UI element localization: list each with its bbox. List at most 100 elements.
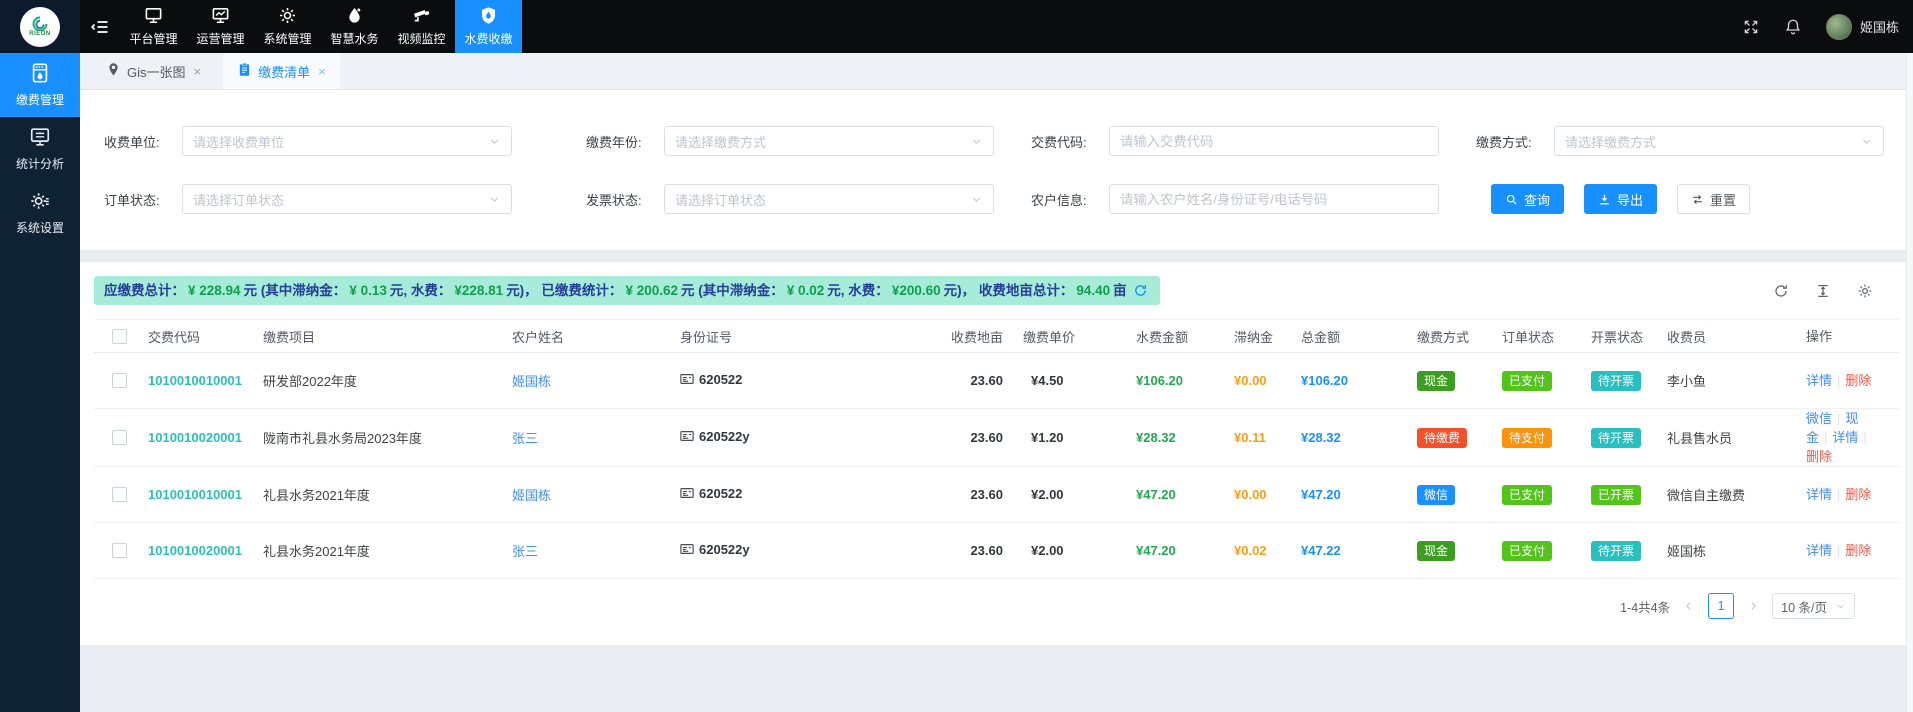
column-header: 缴费方式 bbox=[1405, 327, 1490, 346]
farmer-name-link[interactable]: 姬国栋 bbox=[512, 374, 551, 389]
user-menu[interactable]: 姬国栋 bbox=[1826, 14, 1899, 40]
tab-close-icon[interactable]: × bbox=[318, 64, 326, 79]
tab-bar: Gis一张图× 缴费清单 × bbox=[80, 53, 1913, 90]
unit-select[interactable]: 请选择收费单位 bbox=[182, 126, 512, 156]
farmer-name-link[interactable]: 张三 bbox=[512, 431, 538, 446]
nav-label: 运营管理 bbox=[196, 30, 244, 47]
swap-reset-icon bbox=[1691, 193, 1704, 206]
page-number[interactable]: 1 bbox=[1708, 593, 1734, 619]
water-meter-icon bbox=[29, 62, 51, 87]
filter-pay-code: 交费代码: bbox=[1031, 126, 1476, 156]
tab-label: 缴费清单 bbox=[258, 62, 310, 81]
scrollbar-track[interactable] bbox=[1906, 53, 1913, 712]
order-status-badge: 已支付 bbox=[1502, 371, 1552, 391]
username: 姬国栋 bbox=[1860, 17, 1899, 36]
cell-unit-price: ¥2.00 bbox=[1013, 543, 1128, 558]
farmer-name-link[interactable]: 姬国栋 bbox=[512, 488, 551, 503]
cell-invoice-status: 已开票 bbox=[1579, 485, 1667, 505]
notification-bell-icon[interactable] bbox=[1784, 18, 1802, 36]
column-header: 滞纳金 bbox=[1226, 327, 1293, 346]
op-action-link[interactable]: 详情 bbox=[1832, 430, 1858, 445]
search-button[interactable]: 查询 bbox=[1491, 184, 1564, 214]
reset-button[interactable]: 重置 bbox=[1677, 184, 1750, 214]
order-status-badge: 待支付 bbox=[1502, 428, 1552, 448]
summary-amount: ¥228.81 bbox=[451, 281, 506, 300]
row-checkbox[interactable] bbox=[112, 543, 127, 558]
order-status-select[interactable]: 请选择订单状态 bbox=[182, 184, 512, 214]
cell-pay-code: 1010010020001 bbox=[148, 543, 263, 558]
fullscreen-icon[interactable] bbox=[1742, 18, 1760, 36]
collapse-menu-icon[interactable] bbox=[80, 0, 120, 53]
summary-label: 元 (其中滞纳金： bbox=[244, 281, 347, 300]
sidebar-item-1[interactable]: 缴费管理 bbox=[0, 53, 80, 117]
op-delete-link[interactable]: 删除 bbox=[1845, 487, 1871, 502]
topbar-right: 姬国栋 bbox=[1742, 0, 1913, 53]
cell-late-fee: ¥0.00 bbox=[1226, 487, 1293, 502]
id-card-icon bbox=[680, 486, 694, 500]
select-all-checkbox[interactable] bbox=[112, 329, 127, 344]
row-checkbox[interactable] bbox=[112, 487, 127, 502]
tab-2[interactable]: 缴费清单 × bbox=[223, 53, 340, 89]
op-action-link[interactable]: 详情 bbox=[1806, 487, 1832, 502]
op-action-link[interactable]: 微信 bbox=[1806, 411, 1832, 426]
clipboard-icon bbox=[237, 62, 252, 80]
farmer-name-link[interactable]: 张三 bbox=[512, 544, 538, 559]
sidebar: 缴费管理统计分析系统设置 bbox=[0, 53, 80, 712]
invoice-status-badge: 待开票 bbox=[1591, 371, 1641, 391]
filter-year-label: 缴费年份: bbox=[586, 132, 664, 151]
chevron-down-icon bbox=[1835, 601, 1846, 612]
invoice-status-badge: 待开票 bbox=[1591, 428, 1641, 448]
sidebar-item-label: 统计分析 bbox=[16, 155, 64, 172]
user-avatar[interactable] bbox=[1826, 14, 1852, 40]
invoice-status-select[interactable]: 请选择订单状态 bbox=[664, 184, 994, 214]
link-divider: | bbox=[1824, 430, 1827, 445]
pay-code-input[interactable] bbox=[1109, 126, 1439, 156]
prev-page-icon[interactable] bbox=[1680, 594, 1698, 618]
pay-method-select[interactable]: 请选择缴费方式 bbox=[1554, 126, 1884, 156]
nav-item-3[interactable]: 系统管理 bbox=[254, 0, 321, 53]
nav-item-2[interactable]: 运营管理 bbox=[187, 0, 254, 53]
cell-collector: 微信自主缴费 bbox=[1667, 485, 1802, 504]
nav-item-6[interactable]: 水费收缴 bbox=[455, 0, 522, 53]
op-action-link[interactable]: 详情 bbox=[1806, 373, 1832, 388]
tab-1[interactable]: Gis一张图× bbox=[92, 53, 215, 89]
filter-year: 缴费年份: 请选择缴费方式 bbox=[586, 126, 1031, 156]
op-delete-link[interactable]: 删除 bbox=[1806, 449, 1832, 464]
row-checkbox[interactable] bbox=[112, 373, 127, 388]
column-settings-gear-icon[interactable] bbox=[1857, 283, 1873, 299]
export-button[interactable]: 导出 bbox=[1584, 184, 1657, 214]
cell-operations: 详情|删除 bbox=[1802, 485, 1889, 504]
order-status-badge: 已支付 bbox=[1502, 485, 1552, 505]
page-size-select[interactable]: 10 条/页 bbox=[1772, 593, 1855, 619]
row-checkbox[interactable] bbox=[112, 430, 127, 445]
summary-label: 元 (其中滞纳金： bbox=[681, 281, 784, 300]
chevron-down-icon bbox=[488, 135, 501, 148]
cell-invoice-status: 待开票 bbox=[1579, 371, 1667, 391]
invoice-status-badge: 已开票 bbox=[1591, 485, 1641, 505]
nav-item-4[interactable]: 智慧水务 bbox=[321, 0, 388, 53]
pagination-total: 1-4共4条 bbox=[1620, 597, 1670, 616]
row-density-icon[interactable] bbox=[1815, 283, 1831, 299]
filter-pay-method-label: 缴费方式: bbox=[1476, 132, 1554, 151]
summary-amount: ¥ 0.02 bbox=[784, 281, 828, 300]
nav-item-1[interactable]: 平台管理 bbox=[120, 0, 187, 53]
nav-item-5[interactable]: 视频监控 bbox=[388, 0, 455, 53]
next-page-icon[interactable] bbox=[1744, 594, 1762, 618]
cell-farmer-name: 姬国栋 bbox=[512, 485, 680, 504]
summary-refresh-icon[interactable] bbox=[1133, 283, 1148, 298]
app-window: RIEON 平台管理运营管理系统管理智慧水务视频监控水费收缴 姬国栋 缴费管理统… bbox=[0, 0, 1913, 712]
column-header: 操作 bbox=[1802, 327, 1889, 346]
op-delete-link[interactable]: 删除 bbox=[1845, 543, 1871, 558]
top-bar: RIEON 平台管理运营管理系统管理智慧水务视频监控水费收缴 姬国栋 bbox=[0, 0, 1913, 53]
op-delete-link[interactable]: 删除 bbox=[1845, 373, 1871, 388]
nav-label: 视频监控 bbox=[397, 30, 445, 47]
tab-close-icon[interactable]: × bbox=[194, 64, 202, 79]
year-select[interactable]: 请选择缴费方式 bbox=[664, 126, 994, 156]
cell-total-amount: ¥47.22 bbox=[1293, 543, 1405, 558]
refresh-icon[interactable] bbox=[1773, 283, 1789, 299]
cell-area: 23.60 bbox=[855, 373, 1013, 388]
farmer-info-input[interactable] bbox=[1109, 184, 1439, 214]
sidebar-item-2[interactable]: 统计分析 bbox=[0, 117, 80, 181]
sidebar-item-3[interactable]: 系统设置 bbox=[0, 181, 80, 245]
op-action-link[interactable]: 详情 bbox=[1806, 543, 1832, 558]
